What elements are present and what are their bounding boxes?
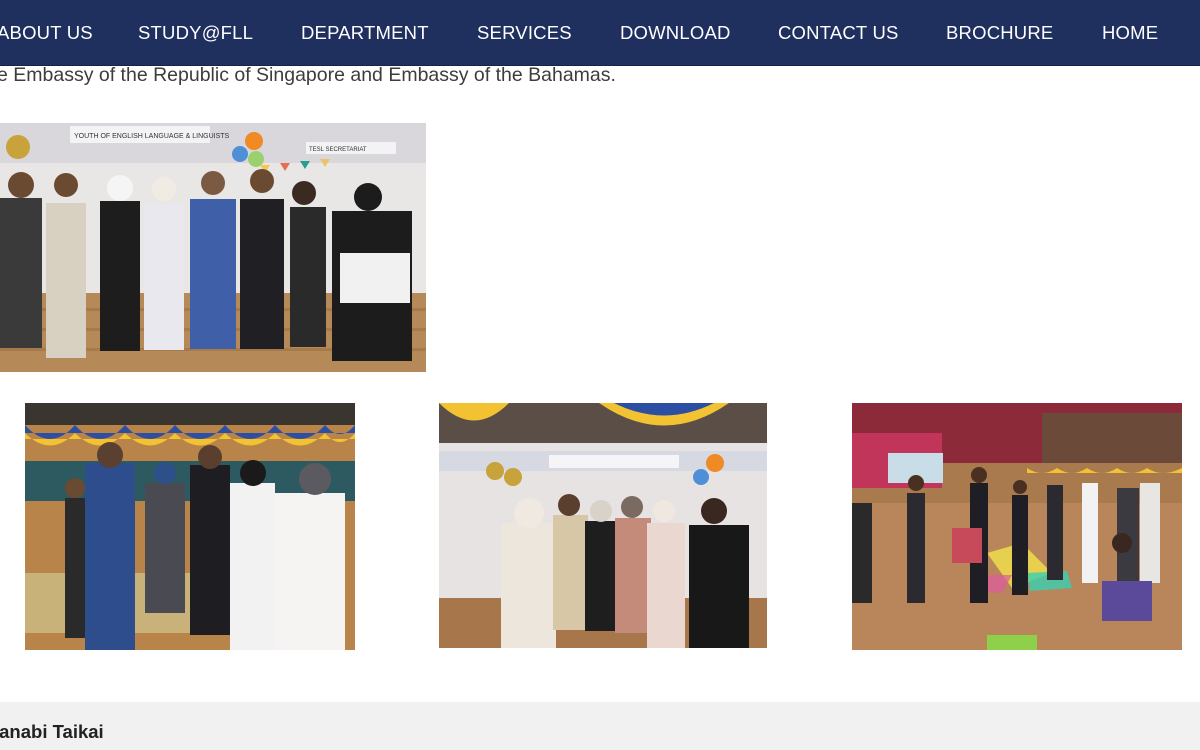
next-section-strip: [0, 702, 1200, 750]
article-intro-text: e Embassy of the Republic of Singapore a…: [0, 64, 616, 86]
booth-sign-text: TESL SECRETARIAT: [309, 147, 367, 153]
top-navbar: ABOUT US STUDY@FLL DEPARTMENT SERVICES D…: [0, 0, 1200, 66]
group-photo-booth-image: YOUTH OF ENGLISH LANGUAGE & LINGUISTS TE…: [0, 123, 426, 372]
hall-activity-photo[interactable]: [852, 403, 1182, 650]
nav-services[interactable]: SERVICES: [477, 0, 572, 65]
hall-activity-photo-image: [852, 403, 1182, 650]
hall-conversation-photo-image: [25, 403, 355, 650]
hall-conversation-photo[interactable]: [25, 403, 355, 650]
nav-brochure[interactable]: BROCHURE: [946, 0, 1053, 65]
next-section-heading[interactable]: lanabi Taikai: [0, 721, 104, 743]
nav-download[interactable]: DOWNLOAD: [620, 0, 731, 65]
nav-home[interactable]: HOME: [1102, 0, 1158, 65]
booth-group-photo[interactable]: [439, 403, 767, 648]
nav-department[interactable]: DEPARTMENT: [301, 0, 429, 65]
group-photo-booth[interactable]: YOUTH OF ENGLISH LANGUAGE & LINGUISTS TE…: [0, 123, 426, 372]
booth-banner-text: YOUTH OF ENGLISH LANGUAGE & LINGUISTS: [74, 133, 230, 140]
booth-group-photo-image: [439, 403, 767, 648]
nav-study-fll[interactable]: STUDY@FLL: [138, 0, 253, 65]
nav-contact-us[interactable]: CONTACT US: [778, 0, 899, 65]
nav-about-us[interactable]: ABOUT US: [0, 0, 93, 65]
